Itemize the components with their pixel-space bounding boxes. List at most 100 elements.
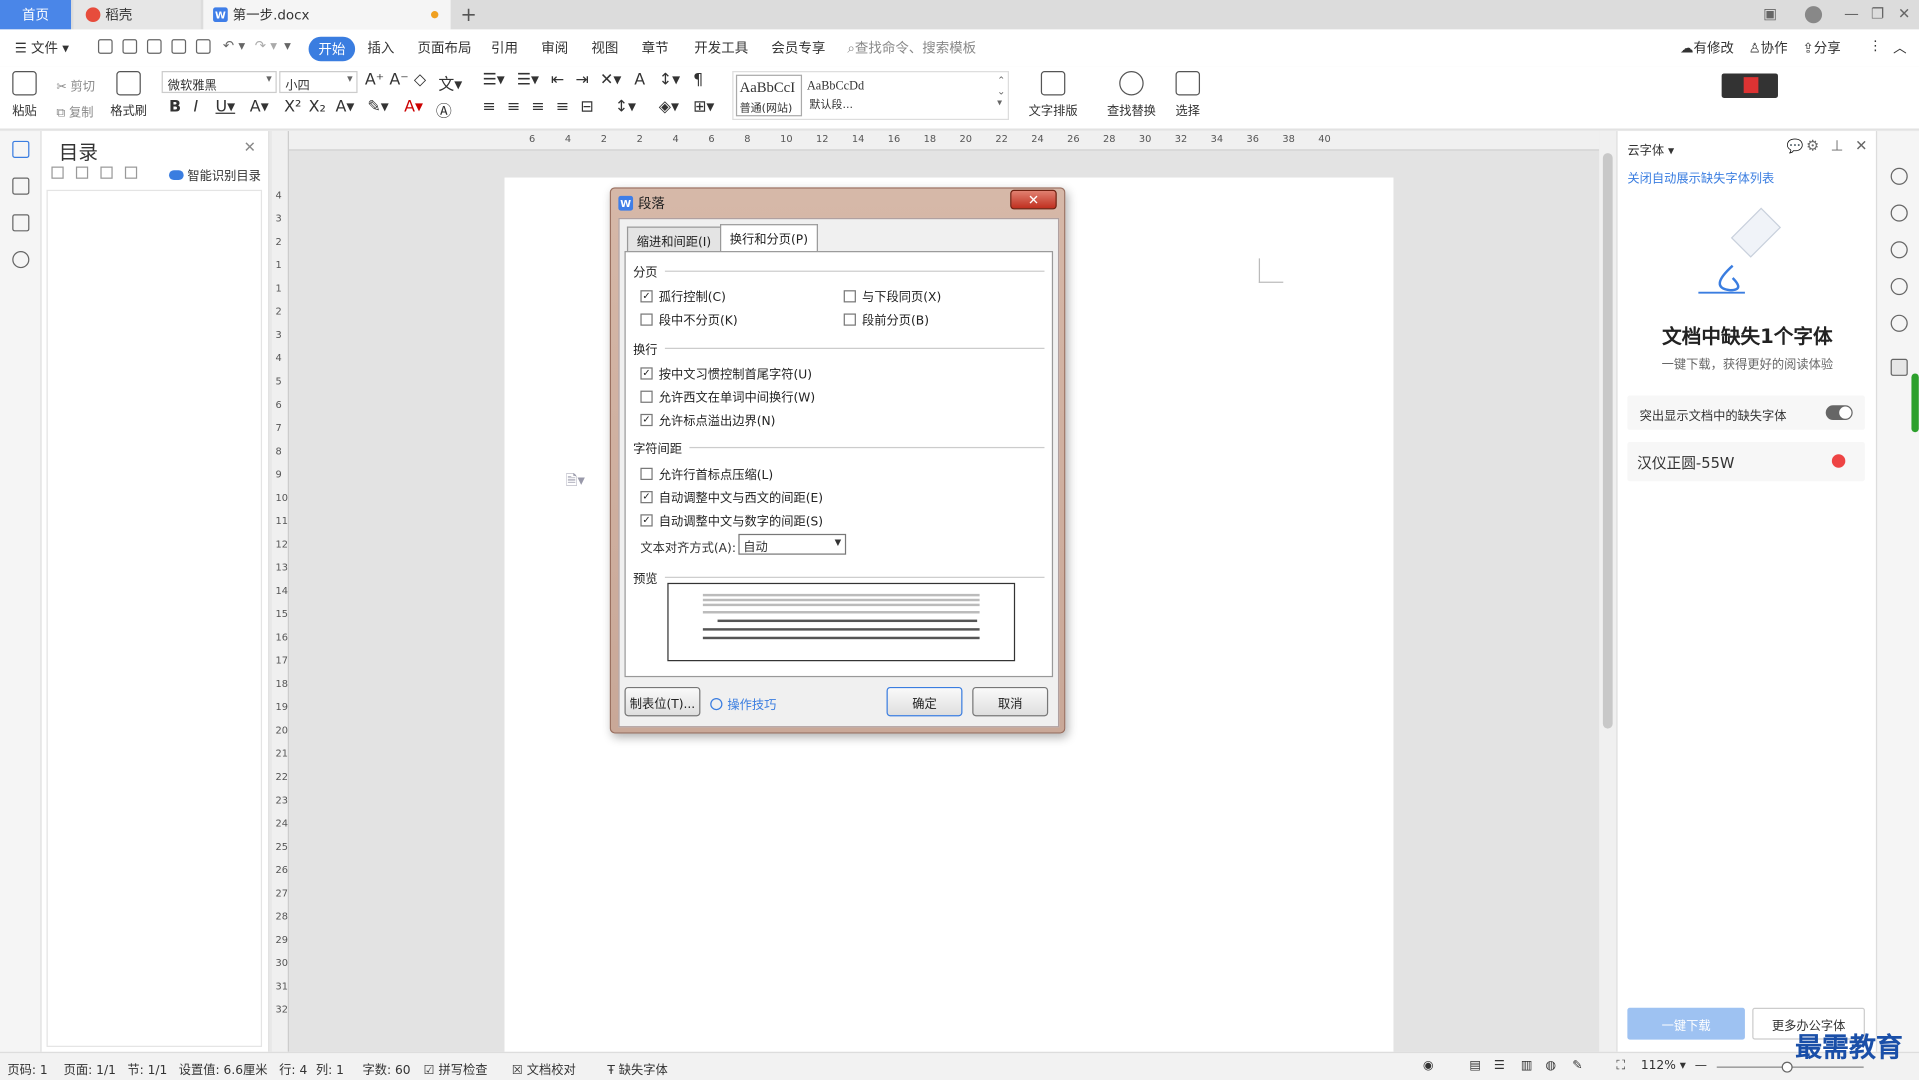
tab-daoke[interactable]: 稻壳: [73, 0, 201, 30]
toc-expand-icon[interactable]: [51, 166, 64, 179]
cancel-button[interactable]: 取消: [972, 686, 1049, 717]
highlight-icon[interactable]: ✎▾: [367, 98, 388, 116]
menu-references[interactable]: 引用: [491, 38, 518, 58]
doc-proof-button[interactable]: ☒ 文档校对: [512, 1059, 576, 1077]
status-words[interactable]: 字数: 60: [362, 1059, 410, 1077]
compress-punct-checkbox[interactable]: 允许行首标点压缩(L): [640, 464, 773, 482]
missing-font-status[interactable]: Ŧ 缺失字体: [607, 1059, 667, 1077]
cn-rules-checkbox[interactable]: ✓ 按中文习惯控制首尾字符(U): [640, 364, 812, 382]
dialog-close-button[interactable]: ✕: [1010, 189, 1057, 210]
cut-button[interactable]: ✂ 剪切: [56, 76, 95, 94]
scrollbar-thumb[interactable]: [1602, 153, 1613, 729]
page-view-icon[interactable]: ▤: [1469, 1059, 1481, 1072]
search-nav-icon[interactable]: [12, 251, 30, 269]
status-page-code[interactable]: 页码: 1: [7, 1059, 47, 1077]
style-scroll-icon[interactable]: ⌃ ⌄ ▾: [997, 75, 1005, 108]
pen-icon[interactable]: [1890, 204, 1908, 222]
sort-icon[interactable]: ↕▾: [659, 71, 680, 89]
borders-icon[interactable]: ⊞▾: [693, 98, 714, 116]
tab-document[interactable]: W 第一步.docx: [203, 0, 451, 30]
ime-toolbar[interactable]: [1721, 73, 1778, 98]
redo-icon[interactable]: ↷ ▾: [255, 38, 277, 54]
zoom-level[interactable]: 112% ▾: [1641, 1059, 1686, 1072]
print-icon[interactable]: [171, 39, 187, 54]
chat-icon[interactable]: 💬: [1787, 138, 1804, 154]
menu-member[interactable]: 会员专享: [771, 38, 825, 58]
save-icon[interactable]: [122, 39, 138, 54]
paste-button[interactable]: 粘贴: [12, 71, 37, 119]
tips-link[interactable]: 操作技巧: [710, 694, 776, 713]
read-view-icon[interactable]: ▥: [1521, 1059, 1533, 1072]
align-left-icon[interactable]: ≡: [482, 98, 495, 116]
restore-icon[interactable]: ❐: [1871, 5, 1884, 22]
find-replace-button[interactable]: 查找替换: [1107, 71, 1156, 119]
tab-indent-spacing[interactable]: 缩进和间距(I): [626, 226, 721, 252]
distribute-icon[interactable]: ⊟: [580, 98, 593, 116]
close-window-icon[interactable]: ✕: [1898, 5, 1910, 22]
avatar[interactable]: [1804, 6, 1823, 24]
command-search[interactable]: ⌕查找命令、搜索模板: [847, 38, 976, 58]
increase-indent-icon[interactable]: ⇥: [576, 71, 589, 89]
highlight-missing-toggle[interactable]: [1825, 405, 1853, 421]
text-effect-icon[interactable]: A▾: [336, 98, 355, 116]
italic-icon[interactable]: I: [193, 98, 198, 116]
copy-button[interactable]: ⧉ 复制: [56, 102, 93, 120]
chapter-nav-icon[interactable]: [12, 177, 30, 195]
bookmark-icon[interactable]: [12, 214, 30, 232]
write-view-icon[interactable]: ✎: [1572, 1059, 1582, 1072]
modified-button[interactable]: ☁有修改: [1680, 38, 1734, 58]
bullet-list-icon[interactable]: ☰▾: [482, 71, 504, 89]
widow-control-checkbox[interactable]: ✓ 孤行控制(C): [640, 287, 726, 305]
toc-collapse-icon[interactable]: [75, 166, 89, 179]
panel-close-icon[interactable]: ✕: [1855, 137, 1867, 154]
pinyin-icon[interactable]: 文▾: [438, 71, 462, 94]
print-preview-icon[interactable]: [195, 39, 211, 54]
tab-stops-button[interactable]: 制表位(T)...: [624, 686, 701, 717]
underline-icon[interactable]: U▾: [216, 98, 236, 116]
close-auto-show-link[interactable]: 关闭自动展示缺失字体列表: [1627, 168, 1774, 186]
zoom-slider-knob[interactable]: [1781, 1061, 1793, 1073]
paragraph-marker-icon[interactable]: 🗎▾: [566, 469, 585, 495]
fit-page-icon[interactable]: ⛶: [1616, 1059, 1625, 1072]
customize-icon[interactable]: ▾: [284, 38, 291, 54]
help-icon[interactable]: [1890, 314, 1908, 332]
rocket-icon[interactable]: [1890, 167, 1908, 185]
web-view-icon[interactable]: ◍: [1545, 1059, 1556, 1072]
decrease-indent-icon[interactable]: ⇤: [551, 71, 564, 89]
export-icon[interactable]: [146, 39, 162, 54]
status-row[interactable]: 行: 4: [279, 1059, 307, 1077]
toc-nav-icon[interactable]: [12, 140, 30, 158]
toc-close-icon[interactable]: ✕: [244, 138, 256, 155]
document-scrollbar[interactable]: [1599, 131, 1617, 1052]
font-color-icon[interactable]: A▾: [404, 98, 423, 116]
cloud-font-header[interactable]: 云字体 ▾: [1627, 140, 1674, 157]
align-center-icon[interactable]: ≡: [507, 98, 520, 116]
status-page[interactable]: 页面: 1/1: [64, 1059, 116, 1077]
style-normal-web[interactable]: AaBbCcI 普通(网站): [735, 74, 803, 117]
text-align-select[interactable]: 自动: [738, 533, 847, 555]
char-border-icon[interactable]: Ⓐ: [436, 98, 452, 121]
format-painter-button[interactable]: 格式刷: [110, 71, 147, 119]
smart-toc-button[interactable]: 智能识别目录: [168, 165, 261, 184]
text-layout-button[interactable]: 文字排版: [1029, 71, 1078, 119]
page-break-before-checkbox[interactable]: 段前分页(B): [843, 310, 929, 328]
chinese-layout-icon[interactable]: ✕▾: [600, 71, 621, 89]
share-button[interactable]: ⇪分享: [1802, 38, 1840, 58]
undo-icon[interactable]: ↶ ▾: [223, 38, 245, 54]
tab-home[interactable]: 首页: [0, 0, 72, 30]
layout-icon[interactable]: ▣: [1763, 5, 1777, 22]
shrink-font-icon[interactable]: A⁻: [389, 71, 408, 89]
minimize-icon[interactable]: —: [1844, 5, 1859, 22]
justify-icon[interactable]: ≡: [556, 98, 569, 116]
grow-font-icon[interactable]: A⁺: [365, 71, 384, 89]
ok-button[interactable]: 确定: [886, 686, 963, 717]
auto-cn-en-checkbox[interactable]: ✓ 自动调整中文与西文的间距(E): [640, 487, 823, 506]
style-default-para[interactable]: AaBbCcDd 默认段...: [804, 75, 877, 117]
text-direction-icon[interactable]: A: [634, 71, 645, 89]
clear-format-icon[interactable]: ◇: [414, 71, 426, 89]
keep-lines-checkbox[interactable]: 段中不分页(K): [640, 310, 738, 328]
toc-add-icon[interactable]: [100, 166, 113, 179]
collapse-ribbon-icon[interactable]: ︿: [1893, 38, 1906, 58]
dialog-title-bar[interactable]: W 段落: [618, 193, 665, 213]
keep-with-next-checkbox[interactable]: 与下段同页(X): [843, 287, 941, 305]
